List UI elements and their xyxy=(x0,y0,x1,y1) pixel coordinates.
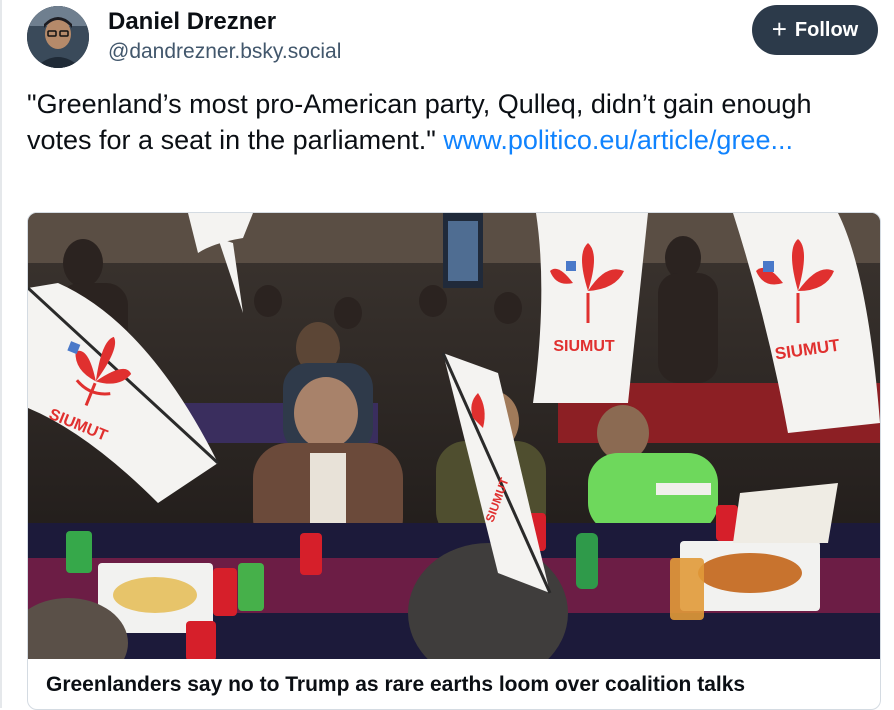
banner-label: SIUMUT xyxy=(553,338,615,355)
card-image: SIUMUT SIUMUT SIUMUT SIUMUT xyxy=(28,213,880,659)
avatar[interactable] xyxy=(27,6,89,68)
follow-button[interactable]: + Follow xyxy=(752,5,878,55)
card-title[interactable]: Greenlanders say no to Trump as rare ear… xyxy=(46,673,745,697)
thread-divider xyxy=(0,0,2,708)
post-link[interactable]: www.politico.eu/article/gree... xyxy=(443,125,793,155)
author-handle[interactable]: @dandrezner.bsky.social xyxy=(108,40,341,64)
follow-label: Follow xyxy=(794,18,859,41)
link-card[interactable]: SIUMUT SIUMUT SIUMUT SIUMUT Greenlanders… xyxy=(27,212,881,710)
plus-icon: + xyxy=(771,14,787,44)
author-display-name[interactable]: Daniel Drezner xyxy=(108,8,276,36)
post-text: "Greenland’s most pro-American party, Qu… xyxy=(27,86,867,158)
